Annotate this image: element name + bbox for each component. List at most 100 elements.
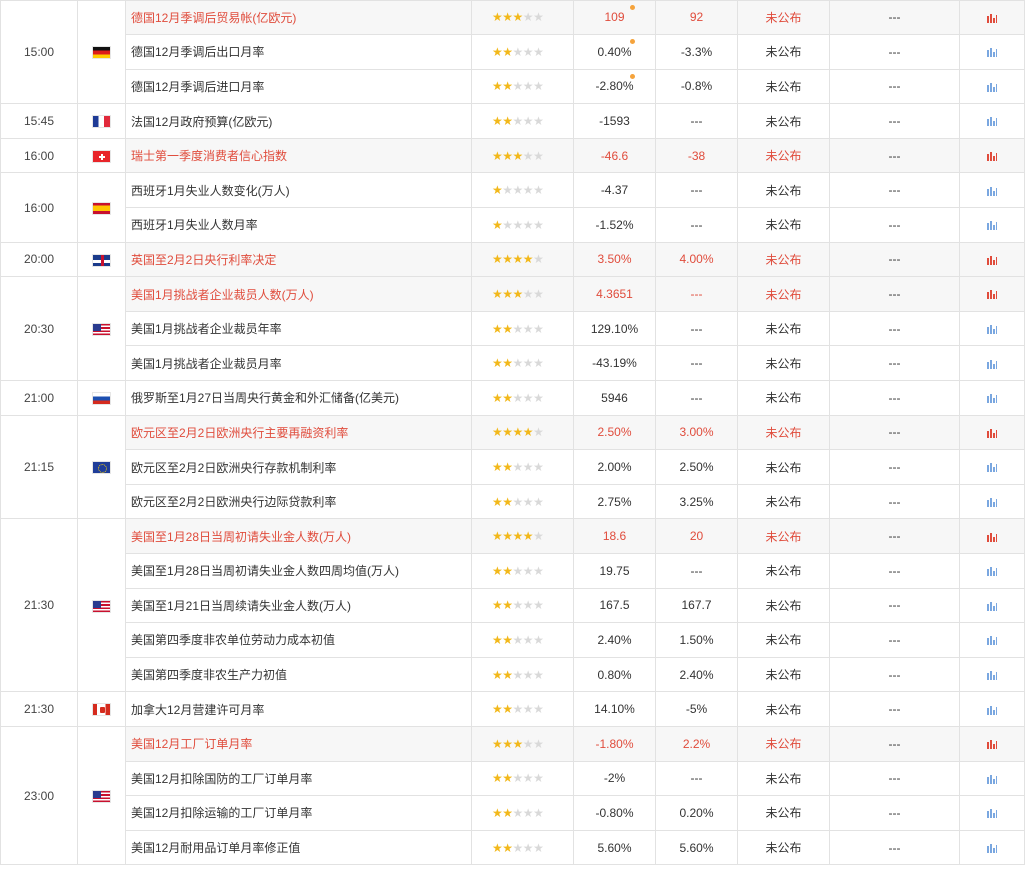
chart-link-cell[interactable] [959,760,1025,797]
chart-link-cell[interactable] [959,310,1025,347]
forecast-value: -5% [655,691,738,727]
bar-chart-icon[interactable] [987,740,997,750]
bar-chart-icon[interactable] [987,82,997,92]
effect-value: --- [829,68,960,105]
bar-chart-icon[interactable] [987,255,997,265]
chart-link-cell[interactable] [959,68,1025,105]
previous-value-text: -0.80% [595,805,634,820]
event-name[interactable]: 美国至1月28日当周初请失业金人数(万人) [125,518,472,554]
bar-chart-icon[interactable] [987,428,997,438]
previous-value-text: 19.75 [599,563,630,578]
bar-chart-icon[interactable] [987,774,997,784]
event-name[interactable]: 西班牙1月失业人数月率 [125,207,472,243]
bar-chart-icon[interactable] [987,567,997,577]
forecast-value: 3.00% [655,414,738,451]
bar-chart-icon[interactable] [987,532,997,542]
bar-chart-icon[interactable] [987,13,997,23]
event-name[interactable]: 美国1月挑战者企业裁员人数(万人) [125,276,472,312]
bar-chart-icon[interactable] [987,497,997,507]
bar-chart-icon[interactable] [987,809,997,819]
bar-chart-icon[interactable] [987,152,997,161]
bar-chart-icon[interactable] [987,186,997,196]
event-name[interactable]: 欧元区至2月2日欧洲央行存款机制利率 [125,449,472,485]
chart-link-cell[interactable] [959,518,1025,554]
bar-chart-icon[interactable] [987,670,997,680]
star-icon: ★ [502,217,513,232]
event-time: 16:00 [0,172,78,243]
chart-link-cell[interactable] [959,553,1025,589]
table-row: 美国至1月21日当周续请失业金人数(万人) ★★★★★ 167.5 167.7 未公布 -… [1,587,1025,624]
country-flag-cell [77,276,126,382]
chart-link-cell[interactable] [959,345,1025,382]
bar-chart-icon[interactable] [987,636,997,646]
effect-value: --- [829,380,960,416]
previous-value-text: 2.00% [597,460,632,475]
previous-value: 2.50% [573,414,656,451]
event-name[interactable]: 欧元区至2月2日欧洲央行边际贷款利率 [125,483,472,520]
chart-link-cell[interactable] [959,829,1025,866]
event-name[interactable]: 德国12月季调后贸易帐(亿欧元) [125,0,472,36]
event-name[interactable]: 美国12月工厂订单月率 [125,725,472,762]
bar-chart-icon[interactable] [987,290,997,300]
event-name[interactable]: 欧元区至2月2日欧洲央行主要再融资利率 [125,414,472,451]
event-name[interactable]: 美国1月挑战者企业裁员月率 [125,345,472,382]
chart-link-cell[interactable] [959,414,1025,451]
previous-value-text: -4.37 [600,183,629,198]
event-name[interactable]: 瑞士第一季度消费者信心指数 [125,137,472,174]
event-name[interactable]: 英国至2月2日央行利率决定 [125,241,472,278]
bar-chart-icon[interactable] [987,705,997,715]
chart-link-cell[interactable] [959,103,1025,139]
chart-link-cell[interactable] [959,449,1025,485]
chart-link-cell[interactable] [959,34,1025,70]
bar-chart-icon[interactable] [987,394,997,404]
chart-link-cell[interactable] [959,241,1025,278]
effect-value: --- [829,587,960,624]
event-name[interactable]: 美国至1月28日当周初请失业金人数四周均值(万人) [125,553,472,589]
star-icon: ★ [533,183,544,198]
chart-link-cell[interactable] [959,691,1025,727]
event-name[interactable]: 美国12月扣除国防的工厂订单月率 [125,760,472,797]
event-name[interactable]: 俄罗斯至1月27日当周央行黄金和外汇储备(亿美元) [125,380,472,416]
event-time: 15:00 [0,0,78,105]
event-name[interactable]: 德国12月季调后出口月率 [125,34,472,70]
chart-link-cell[interactable] [959,587,1025,624]
bar-chart-icon[interactable] [987,221,997,231]
event-name[interactable]: 美国至1月21日当周续请失业金人数(万人) [125,587,472,624]
bar-chart-icon[interactable] [987,843,997,853]
chart-link-cell[interactable] [959,795,1025,831]
chart-link-cell[interactable] [959,622,1025,658]
chart-link-cell[interactable] [959,172,1025,209]
chart-link-cell[interactable] [959,137,1025,174]
event-name[interactable]: 美国第四季度非农单位劳动力成本初值 [125,622,472,658]
event-name[interactable]: 美国1月挑战者企业裁员年率 [125,310,472,347]
chart-link-cell[interactable] [959,380,1025,416]
event-name[interactable]: 德国12月季调后进口月率 [125,68,472,105]
bar-chart-icon[interactable] [987,48,997,58]
bar-chart-icon[interactable] [987,324,997,334]
previous-value: -1.52% [573,207,656,243]
chart-link-cell[interactable] [959,725,1025,762]
event-name[interactable]: 美国12月耐用品订单月率修正值 [125,829,472,866]
star-icon: ★ [492,702,503,717]
forecast-value: 2.2% [655,725,738,762]
bar-chart-icon[interactable] [987,117,997,127]
event-name[interactable]: 美国12月扣除运输的工厂订单月率 [125,795,472,831]
chart-link-cell[interactable] [959,483,1025,520]
bar-chart-icon[interactable] [987,463,997,473]
chart-link-cell[interactable] [959,276,1025,312]
event-name[interactable]: 美国第四季度非农生产力初值 [125,656,472,693]
event-time: 21:30 [0,518,78,693]
star-icon: ★ [512,148,524,163]
forecast-value: 4.00% [655,241,738,278]
bar-chart-icon[interactable] [987,359,997,369]
event-name[interactable]: 法国12月政府预算(亿欧元) [125,103,472,139]
event-name[interactable]: 加拿大12月营建许可月率 [125,691,472,727]
bar-chart-icon[interactable] [987,601,997,611]
star-icon: ★ [502,287,513,302]
chart-link-cell[interactable] [959,207,1025,243]
chart-link-cell[interactable] [959,656,1025,693]
chart-link-cell[interactable] [959,0,1025,36]
event-name[interactable]: 西班牙1月失业人数变化(万人) [125,172,472,209]
star-icon: ★ [492,114,503,129]
star-icon: ★ [492,494,503,509]
